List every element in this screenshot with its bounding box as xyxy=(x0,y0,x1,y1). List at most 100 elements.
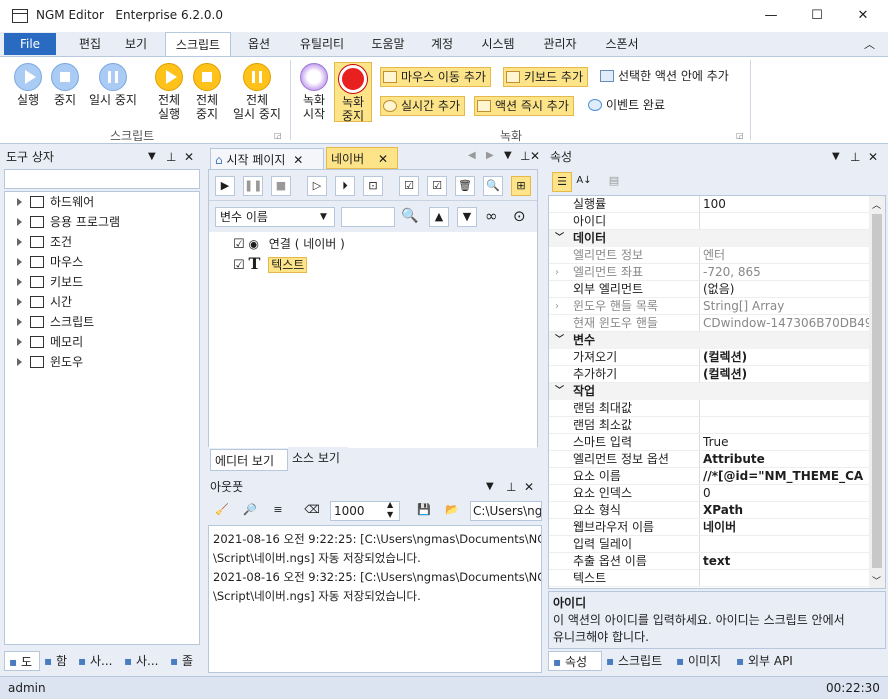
maximize-button[interactable]: ☐ xyxy=(794,0,840,32)
property-row[interactable]: 요소 형식 XPath xyxy=(549,502,869,519)
list-icon[interactable]: ≡ xyxy=(268,501,288,521)
toolbox-item[interactable]: 키보드 xyxy=(5,272,199,292)
expand-icon[interactable] xyxy=(17,238,22,246)
run-selected-icon[interactable]: ⊡ xyxy=(363,176,383,196)
property-value[interactable]: String[] Array xyxy=(703,298,869,314)
dropdown-icon[interactable]: ▼ xyxy=(504,150,512,161)
property-value[interactable]: (컬렉션) xyxy=(703,349,869,365)
toolbox-tab[interactable]: ▪ 함 xyxy=(40,651,74,671)
toolbox-item[interactable]: 스크립트 xyxy=(5,312,199,332)
property-row[interactable]: 추가하기 (컬렉션) xyxy=(549,366,869,383)
toolbox-tab[interactable]: ▪ 사... xyxy=(120,651,166,671)
add-mouse-move-button[interactable]: 마우스 이동 추가 xyxy=(380,67,491,87)
record-stop-button[interactable]: 녹화 중지 xyxy=(334,62,372,123)
save-icon[interactable]: 💾 xyxy=(414,501,434,521)
close-icon[interactable]: ✕ xyxy=(530,149,540,163)
close-button[interactable]: ✕ xyxy=(840,0,886,32)
tree-view-icon[interactable]: ⊞ xyxy=(511,176,531,196)
property-value[interactable]: 네이버 xyxy=(703,519,869,535)
add-realtime-button[interactable]: 실시간 추가 xyxy=(380,96,466,116)
properties-tab[interactable]: ▪ 스크립트 xyxy=(602,651,672,671)
expand-icon[interactable] xyxy=(17,218,22,226)
property-row[interactable]: 엘리먼트 정보 옵션 Attribute xyxy=(549,451,869,468)
view-source-tab[interactable]: 소스 보기 xyxy=(288,447,348,469)
pause-all-button[interactable]: 전체 일시 중지 xyxy=(226,63,288,121)
pin-icon[interactable]: ⊥ xyxy=(506,477,516,497)
ribbon-collapse-icon[interactable]: ︿ xyxy=(864,36,875,52)
property-row[interactable]: 웹브라우저 이름 네이버 xyxy=(549,519,869,536)
pause-icon[interactable]: ❚❚ xyxy=(243,176,263,196)
expand-icon[interactable] xyxy=(17,258,22,266)
property-value[interactable]: 0 xyxy=(703,485,869,501)
toolbox-item[interactable]: 조건 xyxy=(5,232,199,252)
pin-icon[interactable]: ⊥ xyxy=(166,147,176,167)
pin-icon[interactable]: ⊥ xyxy=(520,149,530,163)
tree-node-connect[interactable]: ☑ ◉ 연결 ( 네이버 ) xyxy=(233,234,345,254)
tree-node-text[interactable]: ☑ T 텍스트 xyxy=(233,254,308,274)
menu-account[interactable]: 계정 xyxy=(424,32,460,56)
property-category[interactable]: ﹀ 데이터 xyxy=(549,230,869,247)
close-icon[interactable]: ✕ xyxy=(184,147,194,167)
variable-input[interactable] xyxy=(341,207,395,227)
close-icon[interactable]: ✕ xyxy=(868,147,878,167)
property-row[interactable]: 랜덤 최소값 xyxy=(549,417,869,434)
expand-icon[interactable] xyxy=(17,198,22,206)
expand-icon[interactable] xyxy=(17,278,22,286)
property-row[interactable]: 현재 윈도우 핸들 CDwindow-147306B70DB49C8 xyxy=(549,315,869,332)
property-row[interactable]: 실행률 100 xyxy=(549,196,869,213)
tab-scroll-right-icon[interactable]: ▶ xyxy=(486,150,494,161)
search-icon[interactable]: 🔍 xyxy=(483,176,503,196)
check-all-icon[interactable]: ☑ xyxy=(399,176,419,196)
close-icon[interactable]: ✕ xyxy=(524,477,534,497)
step-play-icon[interactable]: ▷ xyxy=(307,176,327,196)
add-action-now-button[interactable]: 액션 즉시 추가 xyxy=(474,96,574,116)
checkbox-checked-icon[interactable]: ☑ xyxy=(233,258,245,273)
toolbox-search-input[interactable] xyxy=(4,169,200,189)
dialog-launcher-icon[interactable]: ◲ xyxy=(736,131,744,140)
property-row[interactable]: 외부 엘리먼트 (없음) xyxy=(549,281,869,298)
toolbox-item[interactable]: 시간 xyxy=(5,292,199,312)
add-keyboard-button[interactable]: 키보드 추가 xyxy=(503,67,589,87)
property-value[interactable]: XPath xyxy=(703,502,869,518)
eraser-icon[interactable]: ⌫ xyxy=(302,501,322,521)
property-row[interactable]: › 윈도우 핸들 목록 String[] Array xyxy=(549,298,869,315)
variable-select[interactable]: 변수 이름 ▼ xyxy=(215,207,335,227)
menu-options[interactable]: 옵션 xyxy=(241,32,277,56)
record-start-button[interactable]: 녹화 시작 xyxy=(296,63,332,121)
expand-icon[interactable] xyxy=(17,358,22,366)
properties-tab[interactable]: ▪ 외부 API xyxy=(732,651,804,671)
more-icon[interactable]: ⊙ xyxy=(513,207,526,225)
property-row[interactable]: 랜덤 최대값 xyxy=(549,400,869,417)
menu-script[interactable]: 스크립트 xyxy=(165,32,231,57)
property-category[interactable]: ﹀ 작업 xyxy=(549,383,869,400)
menu-sponsor[interactable]: 스폰서 xyxy=(596,32,648,56)
toolbox-tab[interactable]: ▪ 도 xyxy=(4,651,40,671)
tab-naver[interactable]: 네이버 ✕ xyxy=(326,147,398,169)
toolbox-tab[interactable]: ▪ 사... xyxy=(74,651,120,671)
move-down-icon[interactable]: ▼ xyxy=(457,207,477,227)
move-up-icon[interactable]: ▲ xyxy=(429,207,449,227)
event-done-button[interactable]: 이벤트 완료 xyxy=(586,96,669,116)
find-file-icon[interactable]: 🔎 xyxy=(240,501,260,521)
expand-icon[interactable] xyxy=(17,338,22,346)
sort-az-icon[interactable]: A↓ xyxy=(574,172,594,192)
menu-admin[interactable]: 관리자 xyxy=(534,32,586,56)
minimize-button[interactable]: — xyxy=(748,0,794,32)
scrollbar-thumb[interactable] xyxy=(872,214,882,568)
tab-start-page[interactable]: ⌂ 시작 페이지 ✕ xyxy=(210,148,324,170)
menu-file[interactable]: File xyxy=(4,33,56,55)
property-row[interactable]: › 엘리먼트 좌표 -720, 865 xyxy=(549,264,869,281)
expand-icon[interactable]: › xyxy=(555,298,559,314)
infinity-icon[interactable]: ∞ xyxy=(485,207,498,225)
properties-tab[interactable]: ▪ 속성 xyxy=(548,651,602,671)
expand-icon[interactable]: › xyxy=(555,264,559,280)
property-value[interactable]: text xyxy=(703,553,869,569)
menu-edit[interactable]: 편집 xyxy=(72,32,108,56)
tab-scroll-left-icon[interactable]: ◀ xyxy=(468,150,476,161)
property-value[interactable]: 100 xyxy=(703,196,869,212)
stop-icon[interactable]: ■ xyxy=(271,176,291,196)
run-all-button[interactable]: 전체 실행 xyxy=(150,63,188,121)
property-row[interactable]: 입력 딜레이 xyxy=(549,536,869,553)
properties-tab[interactable]: ▪ 이미지 xyxy=(672,651,732,671)
dropdown-icon[interactable]: ▼ xyxy=(832,147,840,167)
